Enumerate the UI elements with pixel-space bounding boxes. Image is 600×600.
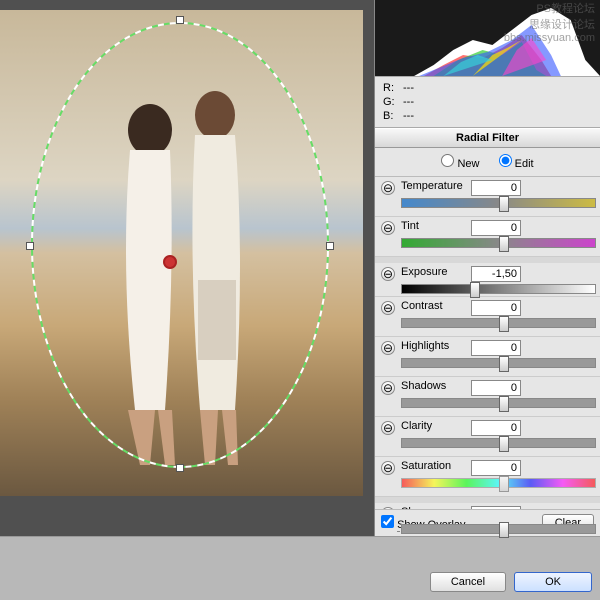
saturation-value[interactable]	[471, 460, 521, 476]
contrast-slider[interactable]	[401, 318, 596, 328]
saturation-slider[interactable]	[401, 478, 596, 488]
rgb-readout: R:--- G:--- B:---	[375, 76, 600, 128]
temperature-label: Temperature	[401, 180, 471, 192]
sharpness-row: ⊖ Sharpness	[375, 497, 600, 509]
highlights-slider[interactable]	[401, 358, 596, 368]
tint-slider[interactable]	[401, 238, 596, 248]
exposure-label: Exposure	[401, 266, 471, 278]
saturation-row: ⊖ Saturation	[375, 457, 600, 497]
ellipse-handle-top[interactable]	[176, 16, 184, 24]
ellipse-handle-left[interactable]	[26, 242, 34, 250]
shadows-value[interactable]	[471, 380, 521, 396]
temperature-value[interactable]	[471, 180, 521, 196]
ellipse-handle-bottom[interactable]	[176, 464, 184, 472]
watermark: PS教程论坛 思缘设计论坛 bbs.missyuan.com	[504, 0, 595, 44]
preview-image[interactable]	[0, 10, 363, 496]
preview-area	[0, 0, 374, 536]
exposure-slider[interactable]	[401, 284, 596, 294]
contrast-row: ⊖ Contrast	[375, 297, 600, 337]
clarity-value[interactable]	[471, 420, 521, 436]
cancel-button[interactable]: Cancel	[430, 572, 506, 592]
saturation-toggle[interactable]: ⊖	[381, 461, 395, 475]
clarity-toggle[interactable]: ⊖	[381, 421, 395, 435]
tint-label: Tint	[401, 220, 471, 232]
adjustments-panel: PS教程论坛 思缘设计论坛 bbs.missyuan.com R:--- G:-…	[374, 0, 600, 536]
tint-toggle[interactable]: ⊖	[381, 221, 395, 235]
tint-value[interactable]	[471, 220, 521, 236]
saturation-label: Saturation	[401, 460, 471, 472]
highlights-label: Highlights	[401, 340, 471, 352]
radial-filter-center-pin[interactable]	[163, 255, 177, 269]
panel-title: Radial Filter	[375, 128, 600, 148]
ellipse-handle-right[interactable]	[326, 242, 334, 250]
contrast-toggle[interactable]: ⊖	[381, 301, 395, 315]
slider-list: ⊖ Temperature ⊖ Tint ⊖ Exposure ⊖ Contra…	[375, 177, 600, 509]
shadows-row: ⊖ Shadows	[375, 377, 600, 417]
shadows-slider[interactable]	[401, 398, 596, 408]
exposure-value[interactable]	[471, 266, 521, 282]
clarity-row: ⊖ Clarity	[375, 417, 600, 457]
highlights-value[interactable]	[471, 340, 521, 356]
shadows-toggle[interactable]: ⊖	[381, 381, 395, 395]
clarity-slider[interactable]	[401, 438, 596, 448]
clarity-label: Clarity	[401, 420, 471, 432]
contrast-label: Contrast	[401, 300, 471, 312]
temperature-toggle[interactable]: ⊖	[381, 181, 395, 195]
highlights-toggle[interactable]: ⊖	[381, 341, 395, 355]
radial-filter-ellipse[interactable]	[30, 20, 330, 470]
contrast-value[interactable]	[471, 300, 521, 316]
exposure-toggle[interactable]: ⊖	[381, 267, 395, 281]
exposure-row: ⊖ Exposure	[375, 257, 600, 297]
tint-row: ⊖ Tint	[375, 217, 600, 257]
ok-button[interactable]: OK	[514, 572, 592, 592]
mode-new-radio[interactable]: New	[441, 158, 479, 170]
temperature-row: ⊖ Temperature	[375, 177, 600, 217]
mode-edit-radio[interactable]: Edit	[499, 158, 534, 170]
highlights-row: ⊖ Highlights	[375, 337, 600, 377]
mode-selector: New Edit	[375, 148, 600, 177]
shadows-label: Shadows	[401, 380, 471, 392]
temperature-slider[interactable]	[401, 198, 596, 208]
